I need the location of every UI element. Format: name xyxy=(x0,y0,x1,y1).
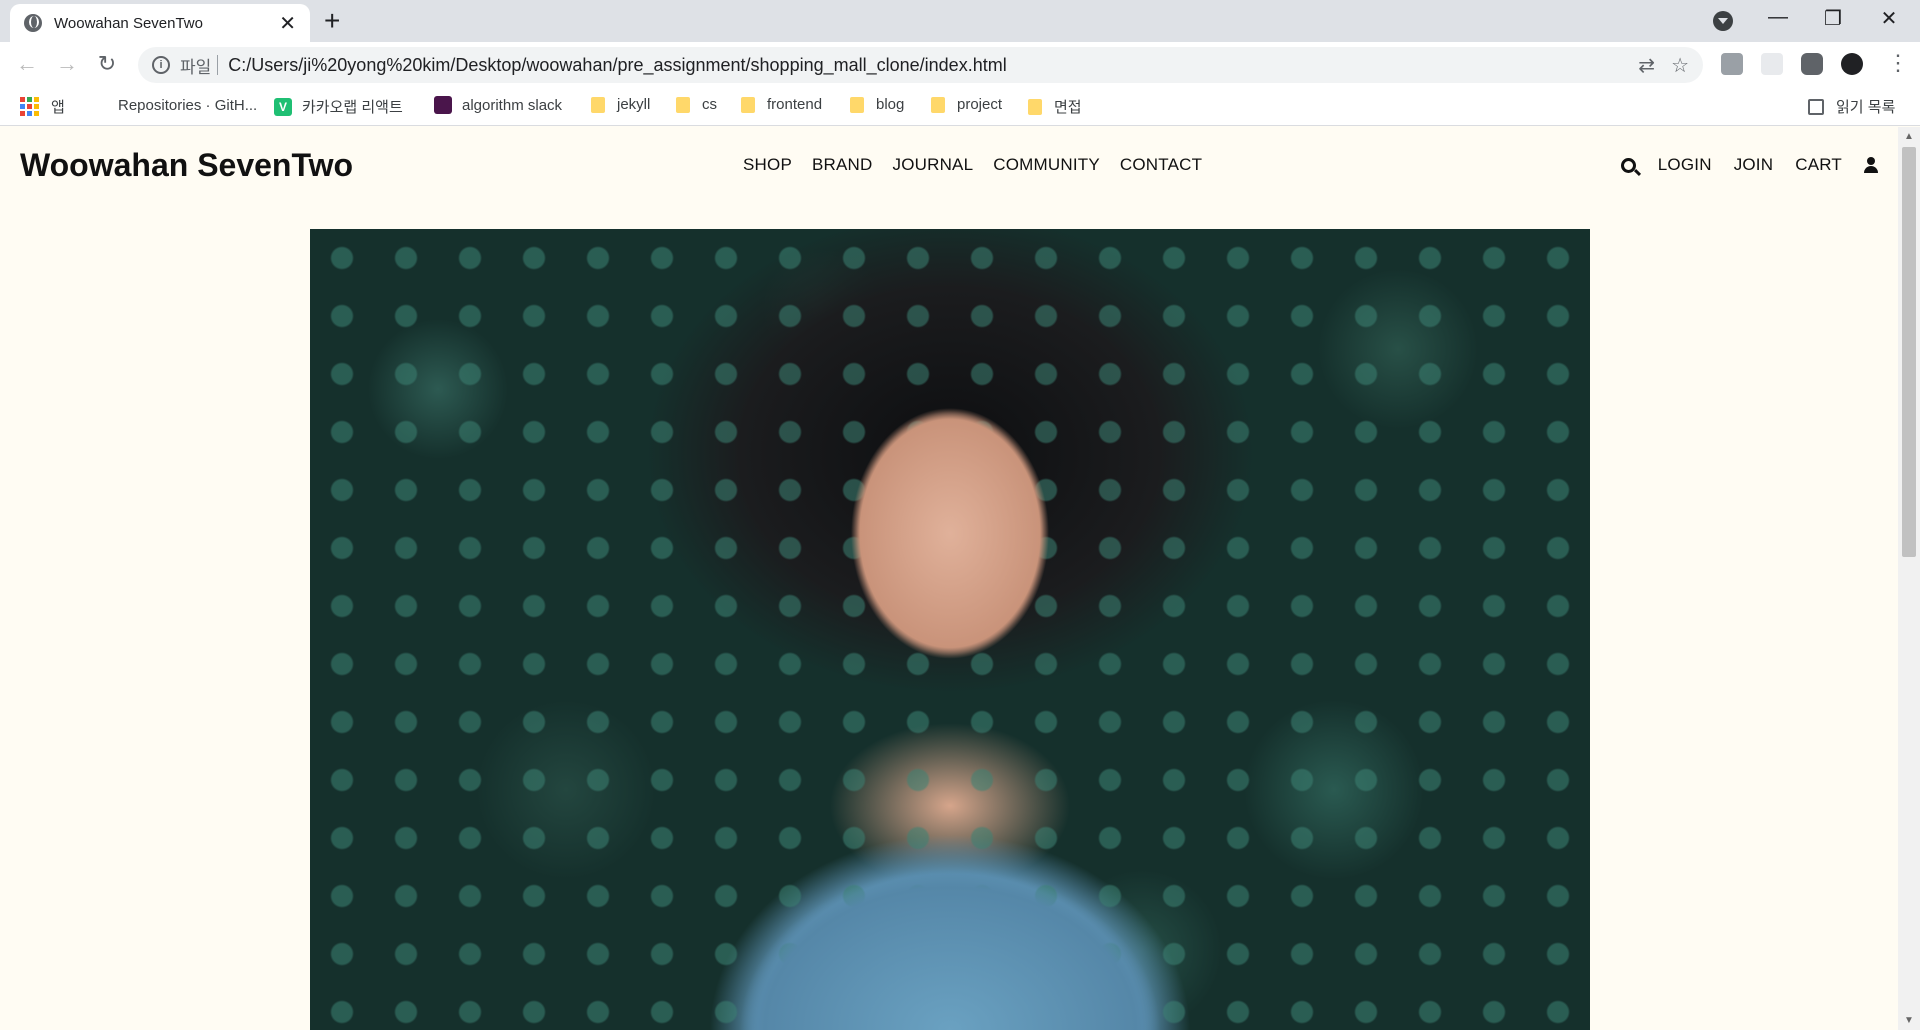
close-window-button[interactable]: ✕ xyxy=(1874,6,1904,31)
menu-kebab-icon[interactable]: ⋮ xyxy=(1887,50,1909,76)
scrollbar-thumb[interactable] xyxy=(1902,147,1916,557)
restore-button[interactable]: ❐ xyxy=(1818,6,1848,31)
nav-shop[interactable]: SHOP xyxy=(743,155,792,175)
close-tab-icon[interactable]: ✕ xyxy=(279,11,296,36)
forward-arrow-icon[interactable]: → xyxy=(52,51,82,77)
folder-icon xyxy=(676,96,690,113)
extension-ex-icon[interactable] xyxy=(1721,53,1743,75)
scroll-up-arrow-icon[interactable]: ▲ xyxy=(1904,131,1914,142)
bookmark-apps[interactable]: 앱 xyxy=(20,96,65,117)
bookmark-interview[interactable]: 면접 xyxy=(1028,96,1082,117)
folder-icon xyxy=(850,96,864,113)
page-scrollbar[interactable]: ▲ ▼ xyxy=(1898,127,1920,1030)
tab-title: Woowahan SevenTwo xyxy=(54,14,203,32)
bookmarks-bar: 앱 Repositories · GitH... V 카카오랩 리액트 algo… xyxy=(0,88,1920,126)
reading-list-label: 읽기 목록 xyxy=(1836,99,1896,116)
user-icon[interactable] xyxy=(1864,157,1878,173)
bookmark-label: 앱 xyxy=(51,99,65,116)
globe-icon xyxy=(24,14,42,32)
slack-icon xyxy=(434,96,452,114)
address-bar[interactable]: i 파일 C:/Users/ji%20yong%20kim/Desktop/wo… xyxy=(138,47,1703,83)
browser-tab-strip: Woowahan SevenTwo ✕ + — ❐ ✕ xyxy=(0,0,1920,42)
divider xyxy=(217,55,219,75)
profile-avatar-icon[interactable] xyxy=(1841,53,1863,75)
bookmark-label: jekyll xyxy=(617,96,651,113)
bookmark-project[interactable]: project xyxy=(931,96,1002,113)
url-text[interactable]: C:/Users/ji%20yong%20kim/Desktop/woowaha… xyxy=(228,55,1622,76)
puzzle-icon[interactable] xyxy=(1801,53,1823,75)
bookmark-label: frontend xyxy=(767,96,823,113)
bookmark-label: Repositories · GitH... xyxy=(118,96,258,114)
apps-grid-icon xyxy=(20,97,39,116)
folder-icon xyxy=(1028,98,1042,115)
page-viewport: Woowahan SevenTwo SHOP BRAND JOURNAL COM… xyxy=(0,127,1898,1030)
bookmark-label: blog xyxy=(876,96,905,113)
scroll-down-arrow-icon[interactable]: ▼ xyxy=(1904,1015,1914,1026)
site-logo[interactable]: Woowahan SevenTwo xyxy=(20,147,353,184)
folder-icon xyxy=(741,96,755,113)
browser-tab[interactable]: Woowahan SevenTwo ✕ xyxy=(10,4,310,42)
nav-journal[interactable]: JOURNAL xyxy=(893,155,974,175)
user-navigation: LOGIN JOIN CART xyxy=(1620,155,1878,175)
bookmark-label: project xyxy=(957,96,1003,113)
extension-blank-icon[interactable] xyxy=(1761,53,1783,75)
nav-community[interactable]: COMMUNITY xyxy=(993,155,1100,175)
minimize-button[interactable]: — xyxy=(1763,6,1793,29)
hero-image xyxy=(310,229,1590,1030)
nav-contact[interactable]: CONTACT xyxy=(1120,155,1202,175)
nav-brand[interactable]: BRAND xyxy=(812,155,873,175)
join-link[interactable]: JOIN xyxy=(1734,155,1774,175)
bookmark-jekyll[interactable]: jekyll xyxy=(591,96,650,113)
bookmark-frontend[interactable]: frontend xyxy=(741,96,822,113)
login-link[interactable]: LOGIN xyxy=(1658,155,1712,175)
bookmark-label: 면접 xyxy=(1054,99,1082,116)
tab-search-icon[interactable] xyxy=(1713,11,1733,31)
bookmark-kakao-react[interactable]: V 카카오랩 리액트 xyxy=(274,96,403,117)
bookmark-label: cs xyxy=(702,96,717,113)
reading-list-button[interactable]: 읽기 목록 xyxy=(1808,96,1895,117)
reading-list-icon xyxy=(1808,98,1824,115)
bookmark-label: 카카오랩 리액트 xyxy=(302,99,403,116)
search-icon[interactable] xyxy=(1620,157,1636,173)
bookmark-blog[interactable]: blog xyxy=(850,96,904,113)
browser-toolbar: ← → ↻ i 파일 C:/Users/ji%20yong%20kim/Desk… xyxy=(0,42,1920,88)
main-navigation: SHOP BRAND JOURNAL COMMUNITY CONTACT xyxy=(743,155,1202,175)
bookmark-cs[interactable]: cs xyxy=(676,96,717,113)
reload-icon[interactable]: ↻ xyxy=(92,51,122,77)
cart-link[interactable]: CART xyxy=(1795,155,1842,175)
folder-icon xyxy=(931,96,945,113)
back-arrow-icon[interactable]: ← xyxy=(12,51,42,77)
translate-icon[interactable]: ⇄ xyxy=(1638,53,1655,78)
v-badge-icon: V xyxy=(274,97,292,116)
github-icon xyxy=(90,96,108,114)
bookmark-star-icon[interactable]: ☆ xyxy=(1671,53,1689,78)
info-icon[interactable]: i xyxy=(152,56,170,74)
bookmark-algorithm-slack[interactable]: algorithm slack xyxy=(434,96,562,114)
scheme-label: 파일 xyxy=(180,57,212,77)
bookmark-label: algorithm slack xyxy=(462,96,563,114)
new-tab-button[interactable]: + xyxy=(324,6,340,36)
bookmark-repositories[interactable]: Repositories · GitH... xyxy=(90,96,257,114)
folder-icon xyxy=(591,96,605,113)
